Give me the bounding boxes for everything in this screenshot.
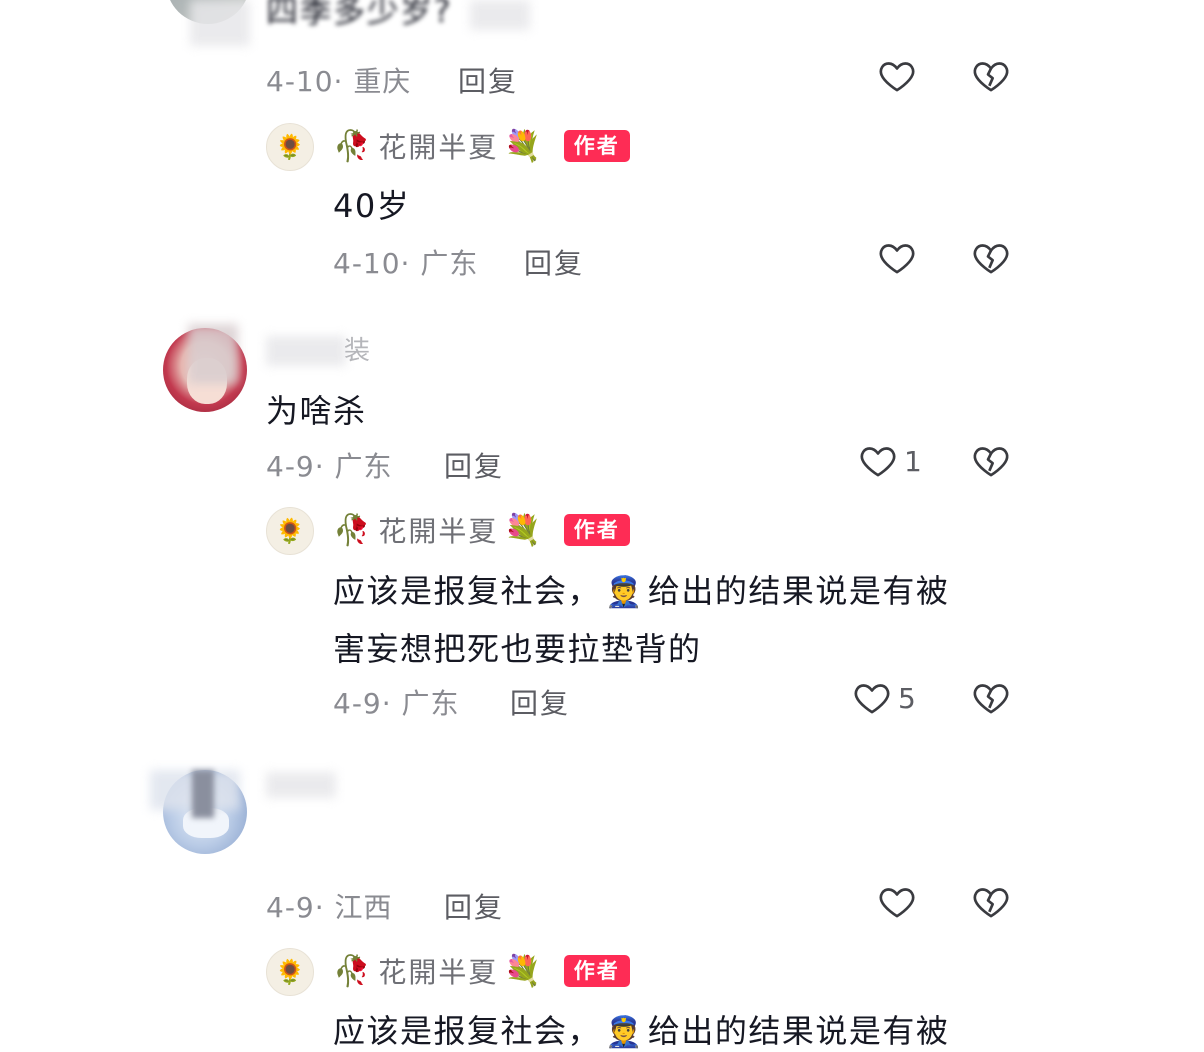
redacted-username <box>266 336 346 366</box>
commenter-name[interactable]: 装 <box>344 330 372 367</box>
like-button[interactable]: 5 <box>852 678 916 718</box>
broken-heart-icon[interactable] <box>971 56 1011 96</box>
heart-outline-icon <box>852 678 892 718</box>
comment-location: 重庆 <box>353 65 412 98</box>
reply-meta: 4-10· 广东 <box>333 242 478 282</box>
comment-meta: 4-9· 江西 <box>266 886 393 926</box>
reply-author[interactable]: 🥀 花開半夏 💐 作者 <box>333 126 630 166</box>
redacted-block <box>192 770 214 818</box>
comment-location: 广东 <box>334 450 393 483</box>
bouquet-emoji: 💐 <box>504 128 544 164</box>
broken-heart-icon[interactable] <box>971 441 1011 481</box>
reply-button[interactable]: 回复 <box>444 886 504 926</box>
reply-button[interactable]: 回复 <box>458 60 518 100</box>
like-button[interactable]: 1 <box>858 441 922 481</box>
like-count: 5 <box>898 681 916 715</box>
reply-text-segment: 给出的结果说是有被 <box>647 1012 950 1050</box>
reply-text-line-1: 应该是报复社会， 👮 给出的结果说是有被 <box>333 1006 949 1052</box>
comment-1: 四季多少岁? 4-10· 重庆 回复 🌻 🥀 花開半夏 💐 作者 40岁 4-1… <box>0 0 1204 320</box>
heart-outline-icon[interactable] <box>877 882 917 922</box>
reply-location: 广东 <box>420 247 479 280</box>
meta-separator: · <box>400 247 411 280</box>
sunflower-avatar[interactable]: 🌻 <box>266 507 314 555</box>
comment-meta: 4-9· 广东 <box>266 445 393 485</box>
comment-text: 为啥杀 <box>266 392 367 430</box>
comment-text: 四季多少岁? <box>266 0 452 30</box>
comment-meta: 4-10· 重庆 <box>266 60 411 100</box>
comment-location: 江西 <box>334 891 393 924</box>
reply-text-segment: 给出的结果说是有被 <box>647 572 950 610</box>
author-name: 花開半夏 <box>378 515 499 548</box>
reply-text-segment: 应该是报复社会， <box>333 572 602 610</box>
wilted-rose-emoji: 🥀 <box>333 953 373 989</box>
reply-meta: 4-9· 广东 <box>333 682 460 722</box>
reply-location: 广东 <box>401 687 460 720</box>
reply-text-line-1: 应该是报复社会， 👮 给出的结果说是有被 <box>333 566 949 612</box>
police-officer-emoji: 👮 <box>605 1015 644 1050</box>
broken-heart-icon[interactable] <box>971 678 1011 718</box>
reply-button[interactable]: 回复 <box>444 445 504 485</box>
reply-button[interactable]: 回复 <box>510 682 570 722</box>
author-name: 花開半夏 <box>378 131 499 164</box>
author-tag: 作者 <box>563 955 630 987</box>
author-name: 花開半夏 <box>378 956 499 989</box>
redacted-block <box>188 324 238 384</box>
comment-2: 装 为啥杀 4-9· 广东 回复 1 🌻 🥀 花開半夏 💐 作者 应该是报复社会… <box>0 320 1204 740</box>
comment-date: 4-9 <box>266 891 315 924</box>
meta-separator: · <box>314 891 325 924</box>
wilted-rose-emoji: 🥀 <box>333 128 373 164</box>
heart-outline-icon[interactable] <box>877 238 917 278</box>
heart-outline-icon[interactable] <box>877 56 917 96</box>
reply-button[interactable]: 回复 <box>524 242 584 282</box>
reply-date: 4-9 <box>333 687 382 720</box>
comment-date: 4-9 <box>266 450 315 483</box>
reply-author[interactable]: 🥀 花開半夏 💐 作者 <box>333 510 630 550</box>
heart-outline-icon <box>858 441 898 481</box>
reply-date: 4-10 <box>333 247 401 280</box>
comment-3: 4-9· 江西 回复 🌻 🥀 花開半夏 💐 作者 应该是报复社会， 👮 给出的结果说… <box>0 740 1204 1050</box>
redacted-username <box>266 772 336 798</box>
police-officer-emoji: 👮 <box>605 575 644 610</box>
meta-separator: · <box>333 65 344 98</box>
comment-date: 4-10 <box>266 65 334 98</box>
meta-separator: · <box>314 450 325 483</box>
sunflower-avatar[interactable]: 🌻 <box>266 123 314 171</box>
broken-heart-icon[interactable] <box>971 238 1011 278</box>
author-tag: 作者 <box>563 514 630 546</box>
commenter-name-visible: 装 <box>344 336 373 366</box>
reply-text: 40岁 <box>333 187 411 225</box>
bouquet-emoji: 💐 <box>504 953 544 989</box>
wilted-rose-emoji: 🥀 <box>333 512 373 548</box>
redacted-block <box>470 0 530 30</box>
reply-text-line-2: 害妄想把死也要拉垫背的 <box>333 630 702 668</box>
redacted-block <box>190 0 250 46</box>
sunflower-avatar[interactable]: 🌻 <box>266 948 314 996</box>
like-count: 1 <box>904 444 922 478</box>
meta-separator: · <box>381 687 392 720</box>
author-tag: 作者 <box>563 130 630 162</box>
bouquet-emoji: 💐 <box>504 512 544 548</box>
broken-heart-icon[interactable] <box>971 882 1011 922</box>
reply-text-segment: 应该是报复社会， <box>333 1012 602 1050</box>
reply-author[interactable]: 🥀 花開半夏 💐 作者 <box>333 951 630 991</box>
